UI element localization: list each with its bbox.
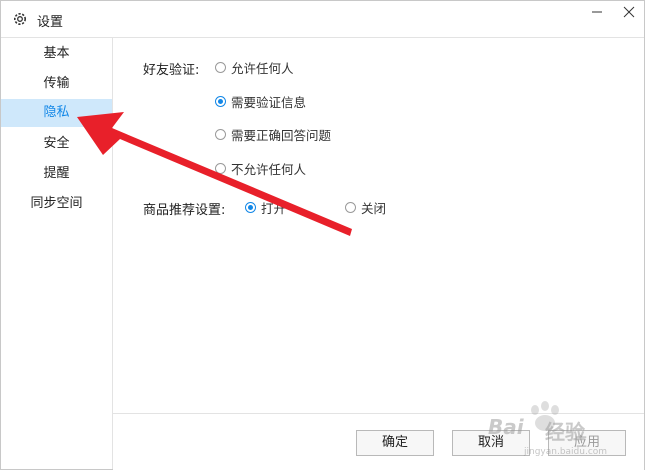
radio-label: 允许任何人	[231, 60, 294, 76]
radio-label: 打开	[261, 200, 287, 216]
radio-circle	[215, 128, 226, 140]
radio-label: 需要正确回答问题	[231, 127, 332, 143]
radio-label: 需要验证信息	[231, 94, 307, 110]
settings-sidebar: 基本 传输 隐私 安全 提醒 同步空间	[1, 38, 113, 469]
close-button[interactable]	[613, 1, 645, 25]
privacy-panel: 好友验证: 允许任何人 需要验证信息 需要正确回答问题 不允许任何人 商品推荐设…	[113, 38, 644, 413]
gear-icon	[14, 13, 26, 25]
radio-require-correct-answer[interactable]: 需要正确回答问题	[215, 125, 331, 143]
radio-recommend-off[interactable]: 关闭	[345, 198, 386, 216]
watermark-text: 经验	[545, 420, 585, 444]
radio-circle	[215, 61, 226, 73]
close-icon	[623, 6, 635, 18]
friend-verify-label: 好友验证:	[143, 63, 200, 78]
radio-circle	[215, 162, 226, 174]
radio-label: 关闭	[361, 200, 387, 216]
radio-circle	[215, 95, 226, 107]
sidebar-item-reminder[interactable]: 提醒	[1, 160, 112, 188]
minimize-button[interactable]	[581, 1, 613, 25]
ok-button[interactable]: 确定	[356, 430, 434, 456]
sidebar-item-basic[interactable]: 基本	[1, 40, 112, 68]
radio-allow-no-one[interactable]: 不允许任何人	[215, 159, 306, 177]
title-bar: 设置	[1, 1, 644, 38]
radio-circle	[245, 201, 256, 213]
sidebar-item-security[interactable]: 安全	[1, 130, 112, 158]
radio-allow-anyone[interactable]: 允许任何人	[215, 58, 294, 76]
window-title: 设置	[37, 15, 64, 30]
product-recommend-label: 商品推荐设置:	[143, 203, 226, 218]
radio-circle	[345, 201, 356, 213]
sidebar-item-privacy[interactable]: 隐私	[1, 99, 112, 127]
radio-recommend-on[interactable]: 打开	[245, 198, 286, 216]
watermark-logo: Bai	[488, 415, 524, 439]
radio-label: 不允许任何人	[231, 161, 307, 177]
sidebar-item-transfer[interactable]: 传输	[1, 70, 112, 98]
settings-window: 设置 基本 传输 隐私 安全 提醒 同步空间 好友验证: 允许任何人 需要验证信…	[0, 0, 645, 470]
watermark-url: jingyan.baidu.com	[524, 447, 608, 457]
sidebar-item-sync-space[interactable]: 同步空间	[1, 190, 112, 218]
minimize-icon	[592, 11, 602, 13]
radio-require-verify-info[interactable]: 需要验证信息	[215, 92, 306, 110]
